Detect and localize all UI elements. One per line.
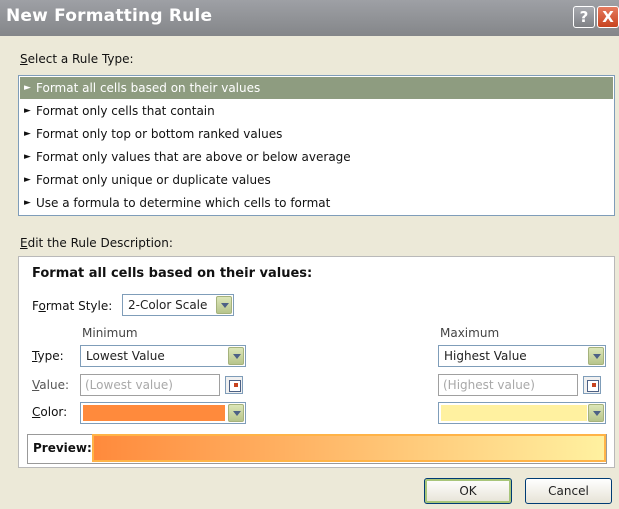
color-scale-preview [92,434,606,462]
cancel-button[interactable]: Cancel [525,478,612,504]
format-style-label: Format Style: [32,299,112,313]
preview-label: Preview: [33,441,92,455]
rule-type-list[interactable]: ► Format all cells based on their values … [18,75,615,216]
rule-type-item[interactable]: ► Format only values that are above or be… [20,146,613,168]
help-button[interactable]: ? [573,6,595,28]
rule-arrow-icon: ► [24,129,31,139]
value-label-text: alue: [39,378,69,392]
format-style-dropdown[interactable]: 2-Color Scale [122,294,234,316]
dialog-title: New Formatting Rule [6,6,213,26]
rule-description-label-text: dit the Rule Description: [27,236,173,250]
rule-description-label: Edit the Rule Description: [20,236,173,250]
rule-arrow-icon: ► [24,175,31,185]
maximum-header: Maximum [440,326,500,340]
maximum-color-dropdown[interactable] [438,402,606,424]
format-style-value: 2-Color Scale [128,298,208,312]
rule-arrow-icon: ► [24,106,31,116]
close-button[interactable]: X [597,6,619,28]
value-label: Value: [32,378,69,392]
format-style-label-accel: o [38,299,46,313]
ok-button[interactable]: OK [424,478,512,504]
rule-arrow-icon: ► [24,152,31,162]
maximum-type-dropdown[interactable]: Highest Value [438,345,606,367]
format-style-label-post: rmat Style: [45,299,113,313]
chevron-down-icon[interactable] [588,347,604,365]
type-label: Type: [32,349,64,363]
rule-type-item-label: Use a formula to determine which cells t… [36,196,331,210]
cell-reference-icon[interactable] [225,376,243,394]
minimum-type-dropdown[interactable]: Lowest Value [80,345,246,367]
chevron-down-icon[interactable] [216,296,232,314]
rule-arrow-icon: ► [24,198,31,208]
color-label-text: olor: [40,405,68,419]
cell-reference-icon[interactable] [583,376,601,394]
rule-type-item-label: Format only unique or duplicate values [36,173,271,187]
rule-type-label-accel: S [20,52,28,66]
maximum-type-value: Highest Value [444,349,527,363]
minimum-type-value: Lowest Value [86,349,165,363]
rule-type-item-label: Format only top or bottom ranked values [36,127,283,141]
rule-description-label-accel: E [20,236,28,250]
type-label-text: ype: [37,349,64,363]
minimum-header: Minimum [82,326,138,340]
rule-type-item[interactable]: ► Use a formula to determine which cells … [20,192,613,214]
rule-type-label-text: elect a Rule Type: [27,52,134,66]
maximum-color-swatch [441,405,587,421]
new-formatting-rule-dialog: New Formatting Rule ? X Select a Rule Ty… [0,0,619,509]
chevron-down-icon[interactable] [228,347,244,365]
chevron-down-icon[interactable] [588,404,604,422]
description-heading: Format all cells based on their values: [32,266,313,281]
title-bar[interactable]: New Formatting Rule ? X [0,0,619,36]
minimum-color-swatch [83,405,225,421]
maximum-value-input[interactable]: (Highest value) [438,374,578,396]
rule-arrow-icon: ► [24,83,31,93]
minimum-value-input[interactable]: (Lowest value) [80,374,220,396]
minimum-color-dropdown[interactable] [80,402,246,424]
chevron-down-icon[interactable] [228,404,244,422]
rule-type-label: Select a Rule Type: [20,52,134,66]
rule-type-item[interactable]: ► Format only unique or duplicate values [20,169,613,191]
rule-type-item-label: Format only cells that contain [36,104,215,118]
rule-type-item[interactable]: ► Format only top or bottom ranked values [20,123,613,145]
rule-type-item[interactable]: ► Format only cells that contain [20,100,613,122]
color-label: Color: [32,405,67,419]
rule-type-item-label: Format all cells based on their values [36,81,261,95]
rule-type-item[interactable]: ► Format all cells based on their values [20,77,613,99]
rule-type-item-label: Format only values that are above or bel… [36,150,351,164]
